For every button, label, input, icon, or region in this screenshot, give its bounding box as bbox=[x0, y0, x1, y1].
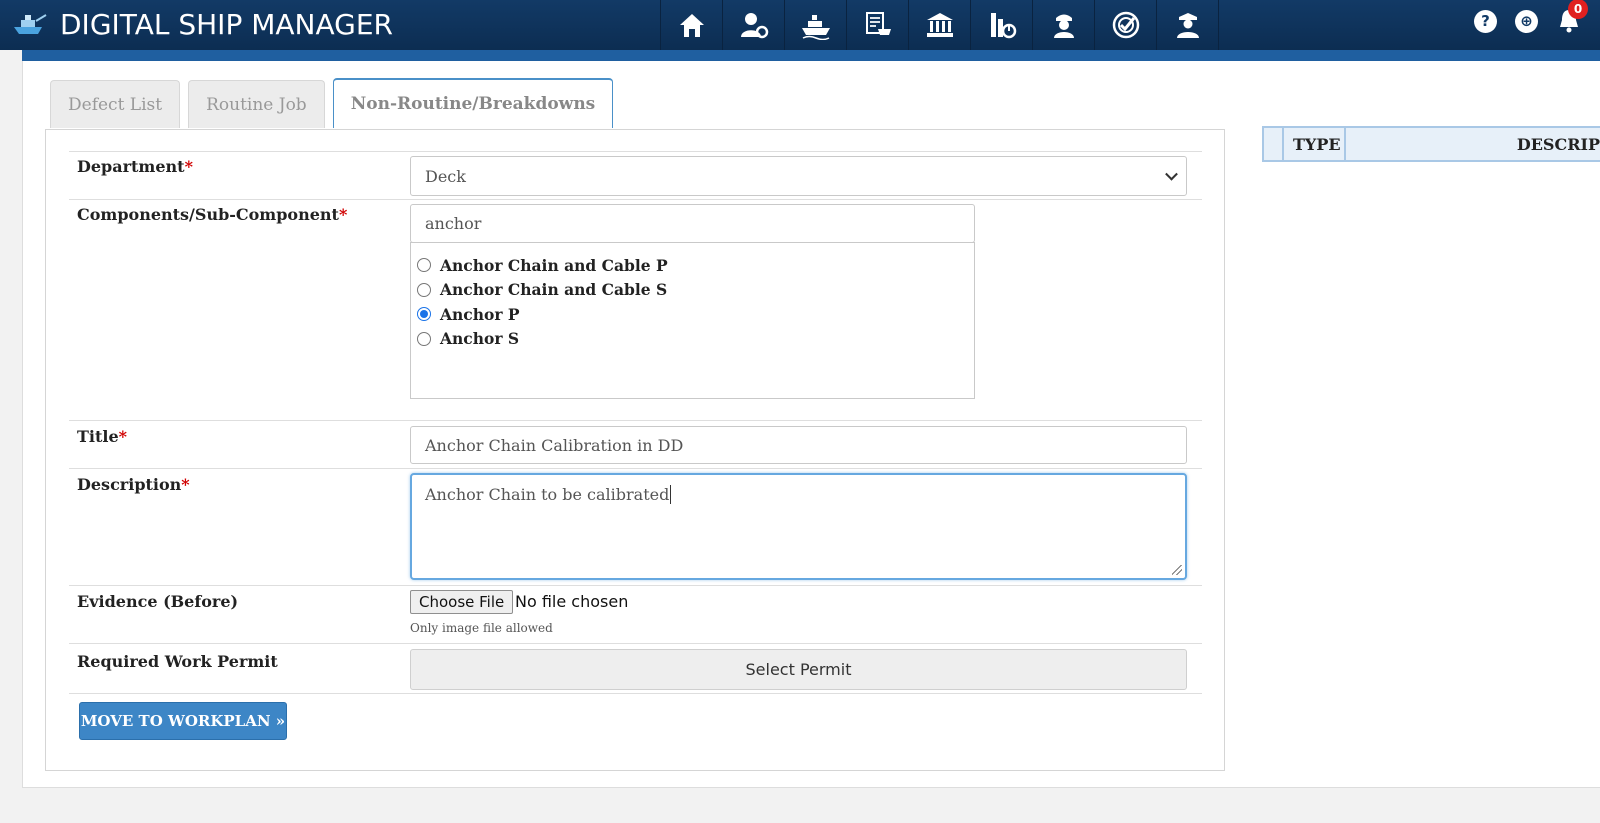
permit-label: Required Work Permit bbox=[77, 652, 278, 671]
nav-ship[interactable] bbox=[785, 0, 847, 50]
main-nav bbox=[660, 0, 1219, 50]
select-column-header[interactable] bbox=[1264, 128, 1284, 160]
header-actions: ? ⊕ 0 bbox=[1474, 0, 1588, 34]
title-value: Anchor Chain Calibration in DD bbox=[425, 435, 684, 455]
choose-file-button[interactable]: Choose File bbox=[410, 590, 514, 614]
nav-captain[interactable] bbox=[1157, 0, 1219, 50]
title-label: Title* bbox=[77, 427, 127, 446]
nav-bank[interactable] bbox=[909, 0, 971, 50]
required-marker: * bbox=[118, 427, 128, 446]
chevron-down-icon bbox=[1165, 167, 1178, 181]
home-icon bbox=[679, 14, 704, 37]
component-label-text: Components/Sub-Component bbox=[77, 205, 339, 224]
component-search-value: anchor bbox=[425, 214, 482, 233]
evidence-label: Evidence (Before) bbox=[77, 592, 239, 611]
top-navbar: DIGITAL SHIP MANAGER ? ⊕ 0 bbox=[0, 0, 1600, 50]
component-search-input[interactable]: anchor bbox=[410, 204, 975, 243]
captain-icon bbox=[1176, 13, 1199, 38]
component-option[interactable]: Anchor P bbox=[411, 302, 974, 327]
description-label: Description* bbox=[77, 475, 190, 494]
component-option-label: Anchor S bbox=[440, 329, 520, 349]
form-divider bbox=[69, 693, 1202, 694]
download-icon[interactable]: ⊕ bbox=[1515, 9, 1538, 33]
department-select[interactable]: Deck bbox=[410, 156, 1187, 196]
component-option[interactable]: Anchor Chain and Cable S bbox=[411, 278, 974, 303]
header-strip bbox=[22, 50, 1600, 61]
notification-button[interactable]: 0 bbox=[1556, 0, 1588, 34]
required-marker: * bbox=[181, 475, 190, 494]
select-permit-button[interactable]: Select Permit bbox=[410, 649, 1187, 690]
evidence-row: Evidence (Before) Choose File No file ch… bbox=[69, 585, 1202, 643]
component-option-label: Anchor Chain and Cable P bbox=[440, 255, 668, 275]
title-row: Title* Anchor Chain Calibration in DD bbox=[69, 420, 1202, 468]
description-column-header[interactable]: DESCRIP bbox=[1346, 128, 1600, 160]
right-table-header: TYPE DESCRIP bbox=[1262, 126, 1600, 162]
type-column-header[interactable]: TYPE bbox=[1284, 128, 1346, 160]
department-value: Deck bbox=[425, 166, 466, 186]
text-cursor bbox=[670, 485, 672, 504]
app-title: DIGITAL SHIP MANAGER bbox=[60, 7, 393, 41]
nav-home[interactable] bbox=[661, 0, 723, 50]
nav-crew[interactable] bbox=[1033, 0, 1095, 50]
component-option[interactable]: Anchor S bbox=[411, 327, 974, 352]
department-row: Department* Deck bbox=[69, 151, 1202, 198]
required-marker: * bbox=[338, 205, 348, 224]
component-option[interactable]: Anchor Chain and Cable P bbox=[411, 253, 974, 278]
nav-target-check[interactable] bbox=[1095, 0, 1157, 50]
description-label-text: Description bbox=[77, 475, 182, 494]
notification-badge: 0 bbox=[1568, 0, 1588, 19]
nav-building-chart[interactable] bbox=[971, 0, 1033, 50]
department-label: Department* bbox=[77, 157, 193, 176]
department-label-text: Department bbox=[77, 157, 185, 176]
component-option-label: Anchor Chain and Cable S bbox=[440, 280, 668, 300]
permit-row: Required Work Permit Select Permit bbox=[69, 643, 1202, 693]
component-options-list: Anchor Chain and Cable P Anchor Chain an… bbox=[410, 242, 975, 399]
title-label-text: Title bbox=[77, 427, 119, 446]
radio-button[interactable] bbox=[417, 258, 431, 273]
description-row: Description* Anchor Chain to be calibrat… bbox=[69, 468, 1202, 584]
move-to-workplan-button[interactable]: MOVE TO WORKPLAN » bbox=[79, 702, 287, 740]
tab-defect-list[interactable]: Defect List bbox=[50, 80, 181, 128]
component-row: Components/Sub-Component* anchor Anchor … bbox=[69, 199, 1202, 411]
crew-icon bbox=[1053, 14, 1074, 38]
component-label: Components/Sub-Component* bbox=[77, 205, 347, 224]
job-form: Department* Deck Components/Sub-Componen… bbox=[45, 129, 1225, 771]
purchase-cart-icon bbox=[865, 12, 891, 35]
nav-purchase[interactable] bbox=[847, 0, 909, 50]
bank-icon bbox=[926, 13, 953, 37]
tab-bar: Defect List Routine Job Non-Routine/Brea… bbox=[50, 78, 614, 128]
target-check-icon bbox=[1112, 11, 1139, 39]
resize-handle[interactable] bbox=[1172, 565, 1182, 575]
description-value: Anchor Chain to be calibrated bbox=[425, 485, 670, 504]
nav-user-settings[interactable] bbox=[723, 0, 785, 50]
radio-button[interactable] bbox=[417, 331, 431, 346]
tab-routine-job[interactable]: Routine Job bbox=[188, 80, 325, 128]
ship-logo-icon bbox=[14, 14, 47, 34]
radio-button[interactable] bbox=[417, 282, 431, 297]
description-textarea[interactable]: Anchor Chain to be calibrated bbox=[410, 473, 1187, 580]
title-input[interactable]: Anchor Chain Calibration in DD bbox=[410, 426, 1187, 464]
radio-button-selected[interactable] bbox=[417, 307, 431, 322]
help-icon[interactable]: ? bbox=[1474, 9, 1497, 33]
file-hint: Only image file allowed bbox=[410, 621, 553, 635]
tab-non-routine-breakdowns[interactable]: Non-Routine/Breakdowns bbox=[332, 78, 614, 128]
ship-icon bbox=[801, 15, 830, 40]
user-settings-icon bbox=[740, 13, 768, 39]
building-chart-icon bbox=[990, 13, 1016, 39]
required-marker: * bbox=[184, 157, 193, 176]
component-option-label: Anchor P bbox=[440, 304, 520, 324]
file-status: No file chosen bbox=[515, 592, 629, 611]
brand[interactable]: DIGITAL SHIP MANAGER bbox=[12, 4, 393, 44]
